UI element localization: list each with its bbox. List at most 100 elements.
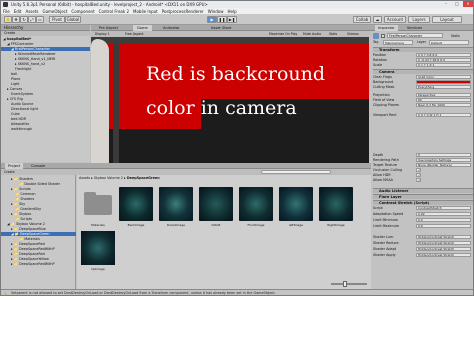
folder-item[interactable]: ▸ 📁 DeepSpaceRed (11, 242, 45, 246)
layer-dropdown[interactable]: Default (429, 40, 469, 45)
folder-item[interactable]: ▸ 📁 Skybox (11, 212, 31, 216)
static-toggle[interactable]: Static (451, 34, 460, 38)
shader-lum-field[interactable]: Hidden/Contrast Stretch (416, 235, 471, 239)
menu-edit[interactable]: Edit (14, 9, 22, 14)
hierarchy-item[interactable]: ◢ FPSController (7, 42, 34, 46)
skybox-texture-thumb[interactable] (199, 187, 233, 221)
folder-item[interactable]: ▸ 📁 DeepSpaceBlue (11, 227, 46, 231)
pivot-toggle[interactable]: Pivot (49, 16, 65, 23)
allow-hdr-checkbox[interactable]: ✓ (416, 173, 421, 177)
hierarchy-item[interactable]: ▸ SkinnedMeshRenderer (15, 52, 56, 56)
allow-msaa-checkbox[interactable]: ✓ (416, 178, 421, 182)
folder-item[interactable]: ▸ 📁 DeepSpaceRed (11, 252, 45, 256)
tag-dropdown[interactable]: MainCamera (383, 40, 413, 45)
hierarchy-item[interactable]: Plane (11, 77, 20, 81)
menu-mobile-input[interactable]: Mobile Input (133, 9, 158, 14)
minimize-button[interactable]: – (441, 1, 451, 7)
menu-assets[interactable]: Assets (25, 9, 38, 14)
global-toggle[interactable]: Global (65, 16, 81, 23)
culling-mask-dropdown[interactable]: Everything (416, 85, 471, 89)
collab-button[interactable]: Collab (353, 16, 371, 23)
breadcrumb-skybox[interactable]: Skybox Volume 2 (94, 176, 123, 180)
position-field[interactable]: X 0 Y 0.8 Z 0 (416, 53, 471, 57)
camera-component-header[interactable]: Camera (373, 69, 473, 74)
hierarchy-item[interactable]: walkthrough (11, 127, 32, 131)
hierarchy-create-button[interactable]: Create (4, 31, 15, 35)
breadcrumb-deepspacegreen[interactable]: DeepSpaceGreen (127, 176, 160, 180)
transform-component-header[interactable]: Transform (373, 47, 473, 52)
folder-item[interactable]: 📁 Double Sided Shader (19, 182, 60, 186)
materials-folder-icon[interactable] (81, 187, 115, 221)
folder-item[interactable]: ▸ 📁 DeepSpaceRedWithP (11, 262, 55, 266)
target-texture-field[interactable]: None (Render Texture) (416, 163, 471, 167)
layers-dropdown[interactable]: Layers (408, 16, 430, 23)
hierarchy-item[interactable]: bikeplatfor (11, 122, 29, 126)
menu-component[interactable]: Component (71, 9, 94, 14)
close-button[interactable]: × (463, 1, 473, 7)
adaptation-speed-field[interactable]: 0.02 (416, 212, 471, 216)
pause-button[interactable]: ❚❚ (217, 16, 227, 23)
folder-item[interactable]: ▸ 📁 Sky (11, 202, 25, 206)
menu-postprocess[interactable]: PostprocessRenderer (162, 9, 204, 14)
folder-item[interactable]: 📁 Materials (19, 237, 40, 241)
hierarchy-item[interactable]: ▸ SKKNS_hand_v2 (15, 62, 45, 66)
project-search-input[interactable] (261, 170, 331, 174)
hierarchy-item[interactable]: ball (11, 72, 17, 76)
skybox-texture-thumb[interactable] (239, 187, 273, 221)
active-checkbox[interactable]: ✓ (381, 34, 385, 38)
limit-minimum-field[interactable]: 0.2 (416, 218, 471, 222)
hierarchy-item[interactable]: EventSystem (11, 92, 33, 96)
skybox-texture-thumb[interactable] (279, 187, 313, 221)
flare-layer-header[interactable]: Flare Layer (373, 194, 473, 199)
clipping-planes-field[interactable]: Near 0.3 Far 1000 (416, 103, 471, 107)
shader-apply-field[interactable]: Hidden/Contrast Stretch (416, 253, 471, 257)
status-bar[interactable]: ⚠ Setparent is not allowed to set DontDe… (1, 289, 473, 295)
hierarchy-item[interactable]: Light (11, 82, 19, 86)
hierarchy-item[interactable]: Audio Source (11, 102, 33, 106)
hierarchy-scene-row[interactable]: ◢ hospitalBed* (3, 37, 31, 41)
hierarchy-item-selected[interactable]: ◢ FirstPersonCharacter (1, 47, 90, 51)
maximize-button[interactable]: □ (452, 1, 462, 7)
skybox-texture-thumb[interactable] (119, 187, 153, 221)
limit-maximum-field[interactable]: 0.6 (416, 224, 471, 228)
background-color-swatch[interactable] (416, 80, 471, 84)
occlusion-culling-checkbox[interactable]: ✓ (416, 168, 421, 172)
shader-adapt-field[interactable]: Hidden/Contrast Stretch (416, 247, 471, 251)
rotation-field[interactable]: X -6.44 Y 28.8 Z 0 (416, 58, 471, 62)
folder-item[interactable]: 📁 GradientSky (15, 207, 41, 211)
folder-item[interactable]: ▸ 📁 Scripts (11, 187, 31, 191)
folder-item[interactable]: ▸ 📁 DeepSpaceRedWithP (11, 247, 55, 251)
menu-gameobject[interactable]: GameObject (42, 9, 67, 14)
menu-window[interactable]: Window (208, 9, 224, 14)
clear-flags-dropdown[interactable]: Solid Color (416, 75, 471, 79)
scale-tool-button[interactable]: ⤢ (28, 16, 36, 23)
folder-item[interactable]: 📁 Common (15, 192, 36, 196)
layout-dropdown[interactable]: Layout (432, 16, 462, 23)
hierarchy-item[interactable]: Flashlight (15, 67, 31, 71)
skybox-texture-thumb[interactable] (319, 187, 353, 221)
contrast-stretch-header[interactable]: Contrast Stretch (Script) (373, 200, 473, 205)
move-tool-button[interactable]: ✥ (12, 16, 20, 23)
folder-item[interactable]: 📁 Scripts (15, 217, 32, 221)
cloud-icon[interactable]: ☁ (373, 16, 382, 23)
skybox-texture-thumb[interactable] (81, 231, 115, 265)
hand-tool-button[interactable]: ✋ (4, 16, 12, 23)
skybox-texture-thumb[interactable] (159, 187, 193, 221)
thumbnail-size-slider[interactable] (331, 281, 367, 287)
rotate-tool-button[interactable]: ↻ (20, 16, 28, 23)
hierarchy-item[interactable]: ▸ SKKNS_Hand_v1_NEW (15, 57, 55, 61)
folder-item[interactable]: ▸ 📁 Shaders (11, 177, 33, 181)
menu-control-freak[interactable]: Control Freak 2 (99, 9, 129, 14)
depth-field[interactable]: 0 (416, 153, 471, 157)
breadcrumb-assets[interactable]: Assets (79, 176, 90, 180)
hierarchy-item[interactable]: ▸ Canvas (7, 87, 22, 91)
scale-field[interactable]: X 1 Y 1 Z 1 (416, 63, 471, 67)
folder-item-selected[interactable]: ◢ 📁 DeepSpaceGreen (1, 232, 76, 236)
script-field[interactable]: ContrastStretch (416, 206, 471, 210)
hierarchy-item[interactable]: ▸ CFS Rig (7, 97, 23, 101)
audio-listener-header[interactable]: Audio Listener (373, 188, 473, 193)
menu-help[interactable]: Help (228, 9, 237, 14)
hierarchy-item[interactable]: bed.HDR (11, 117, 26, 121)
folder-item[interactable]: 📁 Shaders (15, 197, 34, 201)
folder-item[interactable]: ▸ 📁 DeepSpaceYellow (11, 257, 49, 261)
